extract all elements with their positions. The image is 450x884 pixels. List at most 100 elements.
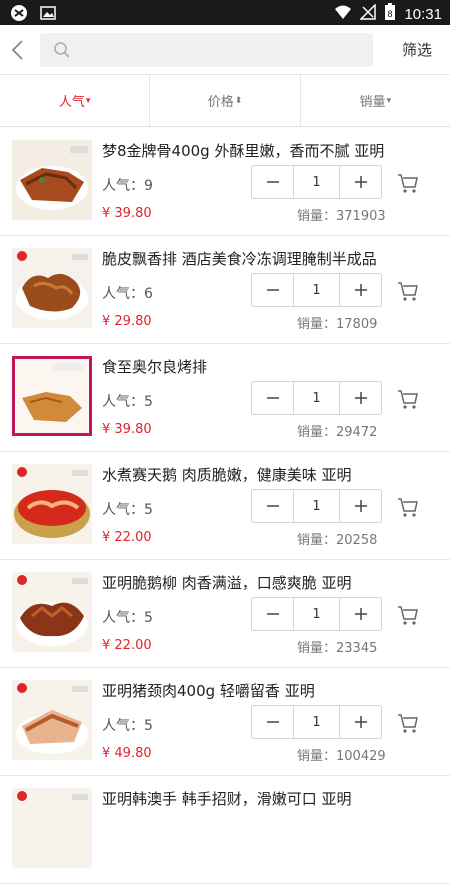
product-item[interactable]: 水煮赛天鹅 肉质脆嫩，健康美味 亚明 人气：5 ¥ 22.00 1 销量：202… xyxy=(0,452,450,560)
product-name[interactable]: 梦8金牌骨400g 外酥里嫩，香而不腻 亚明 xyxy=(102,140,442,161)
sort-tab-label: 人气 xyxy=(58,95,85,110)
product-popularity: 人气：5 xyxy=(102,718,153,734)
quantity-value[interactable]: 1 xyxy=(293,490,340,522)
decrement-button[interactable] xyxy=(252,166,293,198)
increment-button[interactable] xyxy=(340,490,381,522)
plus-icon xyxy=(354,176,367,188)
quantity-value[interactable]: 1 xyxy=(293,598,340,630)
product-price: ¥ 22.00 xyxy=(102,638,152,653)
product-popularity: 人气：5 xyxy=(102,502,153,518)
product-image[interactable] xyxy=(12,680,92,760)
product-item[interactable]: 脆皮飘香排 酒店美食冷冻调理腌制半成品 人气：6 ¥ 29.80 1 销量：17… xyxy=(0,236,450,344)
quantity-stepper: 1 xyxy=(251,597,382,631)
signal-icon xyxy=(359,3,377,24)
caret-down-icon: ▾ xyxy=(85,95,91,106)
increment-button[interactable] xyxy=(340,166,381,198)
product-sales: 销量：100429 xyxy=(297,749,386,764)
product-image[interactable] xyxy=(12,356,92,436)
plus-icon xyxy=(354,284,367,296)
sort-tab-popularity[interactable]: 人气 ▾ xyxy=(0,75,151,126)
search-input[interactable] xyxy=(80,33,365,67)
product-item[interactable]: 梦8金牌骨400g 外酥里嫩，香而不腻 亚明 人气：9 ¥ 39.80 1 销量… xyxy=(0,128,450,236)
add-to-cart-button[interactable] xyxy=(397,280,419,306)
status-bar: 8 10:31 xyxy=(0,0,450,25)
decrement-button[interactable] xyxy=(252,274,293,306)
clock: 10:31 xyxy=(404,5,442,23)
plus-icon xyxy=(354,716,367,728)
product-image[interactable] xyxy=(12,788,92,868)
add-to-cart-button[interactable] xyxy=(397,604,419,630)
search-icon xyxy=(54,42,70,58)
quantity-value[interactable]: 1 xyxy=(293,274,340,306)
increment-button[interactable] xyxy=(340,382,381,414)
cart-icon xyxy=(398,282,418,301)
sort-updown-icon: ⬍ xyxy=(234,95,243,106)
add-to-cart-button[interactable] xyxy=(397,496,419,522)
product-price: ¥ 22.00 xyxy=(102,530,152,545)
add-to-cart-button[interactable] xyxy=(397,712,419,738)
product-item[interactable]: 亚明猪颈肉400g 轻嚼留香 亚明 人气：5 ¥ 49.80 1 销量：1004… xyxy=(0,668,450,776)
product-price: ¥ 49.80 xyxy=(102,746,152,761)
product-image[interactable] xyxy=(12,464,92,544)
minus-icon xyxy=(266,505,279,507)
wifi-icon xyxy=(334,4,352,24)
product-price: ¥ 29.80 xyxy=(102,314,152,329)
quantity-stepper: 1 xyxy=(251,705,382,739)
svg-text:8: 8 xyxy=(388,9,393,19)
product-popularity: 人气：5 xyxy=(102,394,153,410)
decrement-button[interactable] xyxy=(252,490,293,522)
product-popularity: 人气：5 xyxy=(102,610,153,626)
product-image[interactable] xyxy=(12,572,92,652)
cart-icon xyxy=(398,714,418,733)
product-sales: 销量：371903 xyxy=(297,209,386,224)
product-name[interactable]: 亚明韩澳手 韩手招财，滑嫩可口 亚明 xyxy=(102,788,442,809)
product-name[interactable]: 脆皮飘香排 酒店美食冷冻调理腌制半成品 xyxy=(102,248,442,269)
quantity-value[interactable]: 1 xyxy=(293,166,340,198)
product-popularity: 人气：9 xyxy=(102,178,153,194)
product-item[interactable]: 亚明韩澳手 韩手招财，滑嫩可口 亚明 xyxy=(0,776,450,884)
plus-icon xyxy=(354,392,367,404)
app-notification-icon xyxy=(10,4,28,26)
increment-button[interactable] xyxy=(340,706,381,738)
product-item[interactable]: 亚明脆鹅柳 肉香满溢，口感爽脆 亚明 人气：5 ¥ 22.00 1 销量：233… xyxy=(0,560,450,668)
product-item[interactable]: 食至奥尔良烤排 人气：5 ¥ 39.80 1 销量：29472 xyxy=(0,344,450,452)
sort-bar: 人气 ▾ 价格 ⬍ 销量 ▾ xyxy=(0,75,450,127)
product-sales: 销量：17809 xyxy=(297,317,378,332)
quantity-value[interactable]: 1 xyxy=(293,382,340,414)
product-image[interactable] xyxy=(12,248,92,328)
decrement-button[interactable] xyxy=(252,382,293,414)
minus-icon xyxy=(266,613,279,615)
quantity-stepper: 1 xyxy=(251,273,382,307)
filter-button[interactable]: 筛选 xyxy=(402,39,432,60)
quantity-stepper: 1 xyxy=(251,381,382,415)
add-to-cart-button[interactable] xyxy=(397,388,419,414)
minus-icon xyxy=(266,181,279,183)
chevron-left-icon xyxy=(11,40,23,60)
minus-icon xyxy=(266,721,279,723)
product-sales: 销量：29472 xyxy=(297,425,378,440)
product-image[interactable] xyxy=(12,140,92,220)
product-name[interactable]: 亚明猪颈肉400g 轻嚼留香 亚明 xyxy=(102,680,442,701)
decrement-button[interactable] xyxy=(252,706,293,738)
increment-button[interactable] xyxy=(340,274,381,306)
sort-tab-sales[interactable]: 销量 ▾ xyxy=(301,75,450,126)
product-price: ¥ 39.80 xyxy=(102,422,152,437)
sort-tab-label: 价格 xyxy=(207,95,234,110)
add-to-cart-button[interactable] xyxy=(397,172,419,198)
product-popularity: 人气：6 xyxy=(102,286,153,302)
product-name[interactable]: 食至奥尔良烤排 xyxy=(102,356,442,377)
sort-tab-price[interactable]: 价格 ⬍ xyxy=(150,75,301,126)
increment-button[interactable] xyxy=(340,598,381,630)
decrement-button[interactable] xyxy=(252,598,293,630)
product-name[interactable]: 亚明脆鹅柳 肉香满溢，口感爽脆 亚明 xyxy=(102,572,442,593)
plus-icon xyxy=(354,608,367,620)
minus-icon xyxy=(266,397,279,399)
back-button[interactable] xyxy=(6,37,28,63)
search-box[interactable] xyxy=(40,33,373,67)
product-price: ¥ 39.80 xyxy=(102,206,152,221)
cart-icon xyxy=(398,498,418,517)
product-name[interactable]: 水煮赛天鹅 肉质脆嫩，健康美味 亚明 xyxy=(102,464,442,485)
cart-icon xyxy=(398,606,418,625)
quantity-value[interactable]: 1 xyxy=(293,706,340,738)
product-sales: 销量：20258 xyxy=(297,533,378,548)
